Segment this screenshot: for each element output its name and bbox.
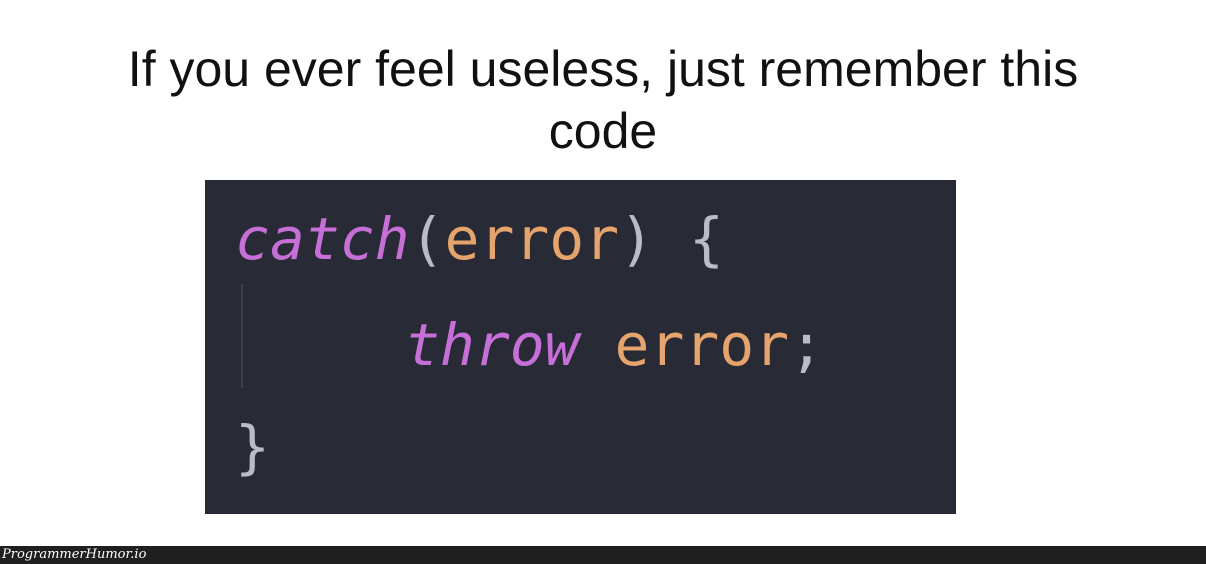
code-snippet: catch(error) { throw error; } [205, 180, 956, 514]
open-paren: ( [409, 205, 445, 273]
meme-page: If you ever feel useless, just remember … [0, 0, 1206, 564]
close-paren: ) [619, 205, 655, 273]
caption-line-2: code [548, 103, 658, 159]
indent-guide [241, 284, 243, 388]
throw-keyword: throw [405, 311, 580, 379]
code-line-close: } [235, 412, 270, 482]
meme-caption: If you ever feel useless, just remember … [0, 38, 1206, 162]
code-line-catch: catch(error) { [235, 204, 724, 274]
semicolon: ; [789, 311, 825, 379]
open-brace: { [688, 205, 724, 273]
close-brace: } [235, 413, 270, 481]
site-watermark: ProgrammerHumor.io [2, 547, 147, 562]
catch-param: error [444, 205, 620, 273]
watermark-bar: ProgrammerHumor.io [0, 546, 1206, 564]
catch-keyword: catch [235, 205, 410, 273]
caption-line-1: If you ever feel useless, just remember … [127, 41, 1079, 97]
code-line-throw: throw error; [405, 310, 824, 380]
throw-ident: error [614, 311, 790, 379]
